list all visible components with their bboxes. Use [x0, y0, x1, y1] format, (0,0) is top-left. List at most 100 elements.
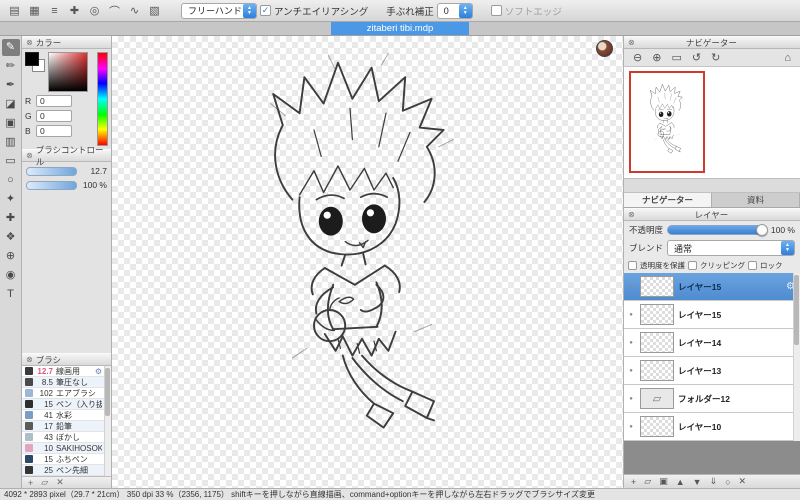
brush-item[interactable]: 10 SAKIHOSOKU — [22, 443, 111, 454]
add-folder-icon[interactable]: ▱ — [644, 476, 651, 487]
hand-tool[interactable]: ❖ — [2, 229, 20, 246]
visibility-dot-icon[interactable]: ● — [626, 424, 636, 430]
layer-row[interactable]: ● レイヤー10 — [624, 413, 800, 441]
delete-brush-icon[interactable]: ✕ — [56, 477, 64, 488]
layer-opacity-slider[interactable] — [667, 224, 768, 236]
move-layer-down-icon[interactable]: ▼ — [693, 477, 702, 487]
zoom-tool[interactable]: ⊕ — [2, 248, 20, 265]
brush-item[interactable]: 12.7 線画用 ⚙ — [22, 366, 111, 377]
brush-tool[interactable]: ✎ — [1, 39, 20, 56]
brush-item[interactable]: 15 ペン（入り抜き — [22, 399, 111, 410]
snap-settings-icon[interactable]: ▧ — [146, 2, 163, 19]
blue-input[interactable]: 0 — [36, 125, 72, 137]
blend-mode-select[interactable]: 通常 ▲ ▼ — [667, 240, 795, 256]
document-tab-bar: zitaberi tibi.mdp — [0, 22, 800, 36]
close-icon[interactable]: ⊗ — [628, 36, 635, 49]
close-icon[interactable]: ⊗ — [26, 149, 33, 162]
brush-item[interactable]: 25 ペン先細 — [22, 465, 111, 476]
visibility-dot-icon[interactable]: ● — [626, 312, 636, 318]
brush-item[interactable]: 43 ぼかし — [22, 432, 111, 443]
grid-icon[interactable]: ▤ — [6, 2, 23, 19]
close-icon[interactable]: ⊗ — [628, 208, 635, 221]
brush-item[interactable]: 102 エアブラシ — [22, 388, 111, 399]
navigator-preview[interactable] — [624, 67, 800, 179]
fill-tool[interactable]: ▣ — [2, 115, 20, 132]
red-input[interactable]: 0 — [36, 95, 72, 107]
layer-row[interactable]: ● レイヤー15 ⚙ — [624, 273, 800, 301]
clipping-checkbox[interactable] — [688, 260, 697, 270]
tab-navigator[interactable]: ナビゲーター — [624, 193, 712, 207]
gear-icon[interactable]: ⚙ — [95, 367, 102, 376]
canvas[interactable] — [112, 36, 623, 488]
foreground-color-swatch[interactable] — [25, 52, 39, 66]
text-tool[interactable]: T — [2, 286, 20, 303]
scrollbar-thumb[interactable] — [105, 368, 110, 416]
add-brush-icon[interactable]: + — [28, 478, 33, 488]
pencil-tool[interactable]: ✏ — [2, 58, 20, 75]
close-icon[interactable]: ⊗ — [26, 353, 33, 366]
cross-snap-icon[interactable]: ✚ — [66, 2, 83, 19]
visibility-dot-icon[interactable]: ● — [626, 368, 636, 374]
brush-preview-swatch — [25, 378, 33, 386]
antialias-checkbox[interactable]: ✓ — [260, 5, 271, 16]
clear-layer-icon[interactable]: ○ — [725, 477, 730, 487]
stabilizer-select[interactable]: 0 ▲ ▼ — [436, 2, 473, 19]
duplicate-layer-icon[interactable]: ▣ — [659, 476, 668, 487]
pen-tool[interactable]: ✒ — [2, 77, 20, 94]
layer-row-folder[interactable]: ● ▱ フォルダー12 — [624, 385, 800, 413]
reset-view-icon[interactable]: ⌂ — [784, 52, 791, 64]
move-tool[interactable]: ✚ — [2, 210, 20, 227]
viewport-rectangle[interactable] — [629, 71, 705, 173]
close-icon[interactable]: ⊗ — [26, 36, 33, 49]
hue-slider[interactable] — [97, 52, 108, 146]
brush-item[interactable]: 17 鉛筆 — [22, 421, 111, 432]
saturation-value-picker[interactable] — [48, 52, 88, 92]
add-layer-icon[interactable]: + — [631, 477, 636, 487]
lock-label: ロック — [760, 260, 783, 270]
visibility-dot-icon[interactable]: ● — [626, 396, 636, 402]
document-tab[interactable]: zitaberi tibi.mdp — [330, 22, 470, 35]
zoom-in-icon[interactable]: ⊕ — [652, 51, 661, 64]
brush-item[interactable]: 41 水彩 — [22, 410, 111, 421]
lock-checkbox[interactable] — [748, 260, 757, 270]
pixel-grid-icon[interactable]: ▦ — [26, 2, 43, 19]
move-layer-up-icon[interactable]: ▲ — [676, 477, 685, 487]
delete-layer-icon[interactable]: ✕ — [739, 476, 747, 487]
curve-snap-icon[interactable]: ∿ — [126, 2, 143, 19]
layer-row[interactable]: ● レイヤー15 — [624, 301, 800, 329]
radial-snap-icon[interactable]: ◎ — [86, 2, 103, 19]
ellipse-snap-icon[interactable]: ⌒ — [106, 2, 123, 19]
select-tool[interactable]: ▭ — [2, 153, 20, 170]
tab-materials[interactable]: 資料 — [712, 193, 800, 207]
fit-window-icon[interactable]: ▭ — [671, 51, 681, 64]
brush-size-slider[interactable] — [26, 166, 77, 176]
eyedropper-tool[interactable]: ◉ — [2, 267, 20, 284]
protect-alpha-checkbox[interactable] — [628, 260, 637, 270]
parallel-snap-icon[interactable]: ≡ — [46, 2, 63, 19]
green-input[interactable]: 0 — [36, 110, 72, 122]
brush-folder-icon[interactable]: ▱ — [41, 477, 48, 488]
slider-knob[interactable] — [755, 224, 768, 236]
layer-row[interactable]: ● レイヤー14 — [624, 329, 800, 357]
visibility-dot-icon[interactable]: ● — [626, 340, 636, 346]
gradient-tool[interactable]: ▥ — [2, 134, 20, 151]
brush-preview-swatch — [25, 389, 33, 397]
scrollbar-thumb[interactable] — [794, 275, 799, 345]
layer-row[interactable]: ● レイヤー13 — [624, 357, 800, 385]
zoom-out-icon[interactable]: ⊖ — [633, 51, 642, 64]
lasso-tool[interactable]: ○ — [2, 172, 20, 189]
brush-opacity-slider[interactable] — [26, 180, 77, 190]
soft-edge-checkbox[interactable] — [490, 5, 502, 16]
brush-name: 筆圧なし — [56, 377, 88, 387]
rotate-ccw-icon[interactable]: ↺ — [692, 51, 701, 64]
rotate-cw-icon[interactable]: ↻ — [711, 51, 720, 64]
brush-item[interactable]: 8.5 筆圧なし — [22, 377, 111, 388]
visibility-dot-icon[interactable]: ● — [626, 284, 636, 290]
eraser-tool[interactable]: ◪ — [2, 96, 20, 113]
brush-list-scrollbar[interactable] — [104, 366, 111, 476]
merge-down-icon[interactable]: ⇓ — [710, 476, 718, 487]
draw-mode-select[interactable]: フリーハンド ▲ ▼ — [181, 2, 257, 19]
magic-wand-tool[interactable]: ✦ — [2, 191, 20, 208]
brush-item[interactable]: 15 ふちペン — [22, 454, 111, 465]
layer-list-scrollbar[interactable] — [793, 273, 800, 441]
